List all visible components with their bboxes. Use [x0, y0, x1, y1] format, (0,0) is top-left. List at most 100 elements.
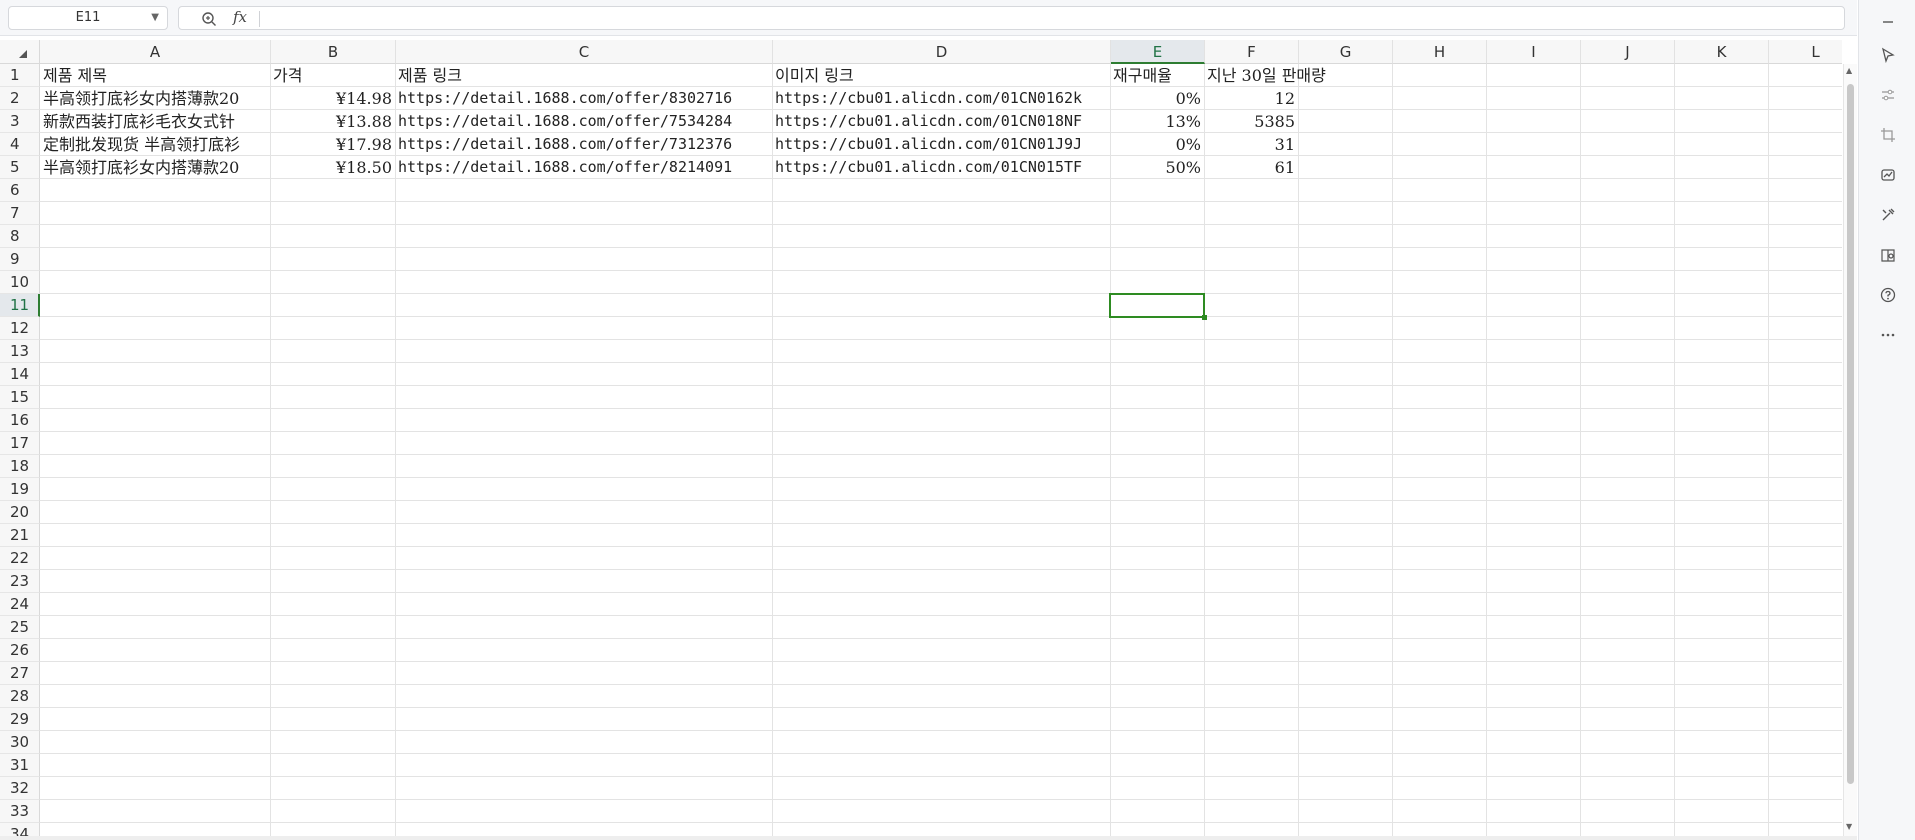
column-header-e[interactable]: E: [1111, 40, 1205, 64]
cell-a1[interactable]: 제품 제목: [40, 64, 270, 87]
row-header[interactable]: 3: [0, 110, 40, 133]
row-header[interactable]: 1: [0, 64, 40, 87]
row-header[interactable]: 12: [0, 317, 40, 340]
cell-c5[interactable]: https://detail.1688.com/offer/8214091: [395, 156, 772, 179]
select-cursor-icon[interactable]: [1877, 44, 1899, 66]
row-header[interactable]: 21: [0, 524, 40, 547]
cell-d2[interactable]: https://cbu01.alicdn.com/01CN0162k: [772, 87, 1110, 110]
row-header[interactable]: 26: [0, 639, 40, 662]
cell-e3[interactable]: 13%: [1110, 110, 1204, 133]
cell-f4[interactable]: 31: [1204, 133, 1298, 156]
column-header-i[interactable]: I: [1487, 40, 1581, 64]
row-header[interactable]: 11: [0, 294, 40, 317]
cell-e2[interactable]: 0%: [1110, 87, 1204, 110]
row-header[interactable]: 32: [0, 777, 40, 800]
column-header-d[interactable]: D: [773, 40, 1111, 64]
cell-d3[interactable]: https://cbu01.alicdn.com/01CN018NF: [772, 110, 1110, 133]
scrollbar-thumb[interactable]: [1847, 84, 1854, 784]
row-header[interactable]: 24: [0, 593, 40, 616]
row-header[interactable]: 16: [0, 409, 40, 432]
row-header[interactable]: 18: [0, 455, 40, 478]
cell-b2[interactable]: ¥14.98: [270, 87, 395, 110]
chevron-down-icon[interactable]: ▼: [151, 7, 159, 29]
name-box[interactable]: E11 ▼: [8, 6, 168, 30]
cell-a4[interactable]: 定制批发现货 半高领打底衫: [40, 133, 270, 156]
column-header-k[interactable]: K: [1675, 40, 1769, 64]
row-header[interactable]: 29: [0, 708, 40, 731]
cell-f2[interactable]: 12: [1204, 87, 1298, 110]
name-box-value: E11: [75, 10, 101, 25]
bottom-edge: [0, 836, 1857, 840]
row-header[interactable]: 8: [0, 225, 40, 248]
adjust-sliders-icon[interactable]: [1877, 84, 1899, 106]
row-header[interactable]: 22: [0, 547, 40, 570]
row-header[interactable]: 19: [0, 478, 40, 501]
row-header[interactable]: 15: [0, 386, 40, 409]
crop-icon[interactable]: [1877, 124, 1899, 146]
column-header-b[interactable]: B: [271, 40, 396, 64]
cell-b3[interactable]: ¥13.88: [270, 110, 395, 133]
help-icon[interactable]: [1877, 284, 1899, 306]
select-all-corner[interactable]: [0, 40, 40, 64]
column-header-j[interactable]: J: [1581, 40, 1675, 64]
row-header[interactable]: 2: [0, 87, 40, 110]
cell-e1[interactable]: 재구매율: [1110, 64, 1204, 87]
cell-f5[interactable]: 61: [1204, 156, 1298, 179]
row-header[interactable]: 23: [0, 570, 40, 593]
column-header-f[interactable]: F: [1205, 40, 1299, 64]
row-header[interactable]: 25: [0, 616, 40, 639]
cell-c4[interactable]: https://detail.1688.com/offer/7312376: [395, 133, 772, 156]
cell-a5[interactable]: 半高领打底衫女内搭薄款20: [40, 156, 270, 179]
column-header-c[interactable]: C: [396, 40, 773, 64]
cell-area[interactable]: 제품 제목 가격 제품 링크 이미지 링크 재구매율 지난 30일 판매량 半高…: [40, 64, 1842, 840]
row-header[interactable]: 4: [0, 133, 40, 156]
row-header[interactable]: 9: [0, 248, 40, 271]
zoom-icon[interactable]: [201, 11, 217, 27]
cell-e4[interactable]: 0%: [1110, 133, 1204, 156]
book-search-icon[interactable]: [1877, 244, 1899, 266]
row-header[interactable]: 10: [0, 271, 40, 294]
fx-label[interactable]: fx: [233, 8, 247, 26]
row-header[interactable]: 20: [0, 501, 40, 524]
row-header[interactable]: 13: [0, 340, 40, 363]
scroll-down-icon[interactable]: ▼: [1846, 822, 1852, 831]
cell-b1[interactable]: 가격: [270, 64, 395, 87]
formula-input[interactable]: fx: [178, 6, 1845, 30]
row-header[interactable]: 28: [0, 685, 40, 708]
row-header[interactable]: 7: [0, 202, 40, 225]
formula-toolbar: E11 ▼ fx: [0, 0, 1857, 36]
row-header[interactable]: 27: [0, 662, 40, 685]
vertical-scrollbar[interactable]: ▲ ▼: [1843, 64, 1857, 840]
minimize-icon[interactable]: [1877, 10, 1899, 32]
row-header[interactable]: 33: [0, 800, 40, 823]
cell-c3[interactable]: https://detail.1688.com/offer/7534284: [395, 110, 772, 133]
more-icon[interactable]: [1877, 324, 1899, 346]
cell-f3[interactable]: 5385: [1204, 110, 1298, 133]
cell-c2[interactable]: https://detail.1688.com/offer/8302716: [395, 87, 772, 110]
cell-d4[interactable]: https://cbu01.alicdn.com/01CN01J9J: [772, 133, 1110, 156]
cell-d1[interactable]: 이미지 링크: [772, 64, 1110, 87]
row-header[interactable]: 14: [0, 363, 40, 386]
row-header[interactable]: 6: [0, 179, 40, 202]
column-header-g[interactable]: G: [1299, 40, 1393, 64]
row-header[interactable]: 30: [0, 731, 40, 754]
cell-e5[interactable]: 50%: [1110, 156, 1204, 179]
cell-b4[interactable]: ¥17.98: [270, 133, 395, 156]
cell-c1[interactable]: 제품 링크: [395, 64, 772, 87]
chart-icon[interactable]: [1877, 164, 1899, 186]
active-cell-selection[interactable]: [1109, 293, 1207, 320]
cell-a3[interactable]: 新款西装打底衫毛衣女式针: [40, 110, 270, 133]
tools-icon[interactable]: [1877, 204, 1899, 226]
scroll-up-icon[interactable]: ▲: [1846, 66, 1852, 75]
column-header-h[interactable]: H: [1393, 40, 1487, 64]
right-tool-panel: [1858, 0, 1915, 840]
cell-b5[interactable]: ¥18.50: [270, 156, 395, 179]
row-header[interactable]: 5: [0, 156, 40, 179]
column-header-a[interactable]: A: [40, 40, 271, 64]
cell-f1[interactable]: 지난 30일 판매량: [1204, 64, 1392, 87]
row-header[interactable]: 17: [0, 432, 40, 455]
cell-d5[interactable]: https://cbu01.alicdn.com/01CN015TF: [772, 156, 1110, 179]
row-header[interactable]: 31: [0, 754, 40, 777]
column-header-l[interactable]: L: [1769, 40, 1842, 64]
cell-a2[interactable]: 半高领打底衫女内搭薄款20: [40, 87, 270, 110]
